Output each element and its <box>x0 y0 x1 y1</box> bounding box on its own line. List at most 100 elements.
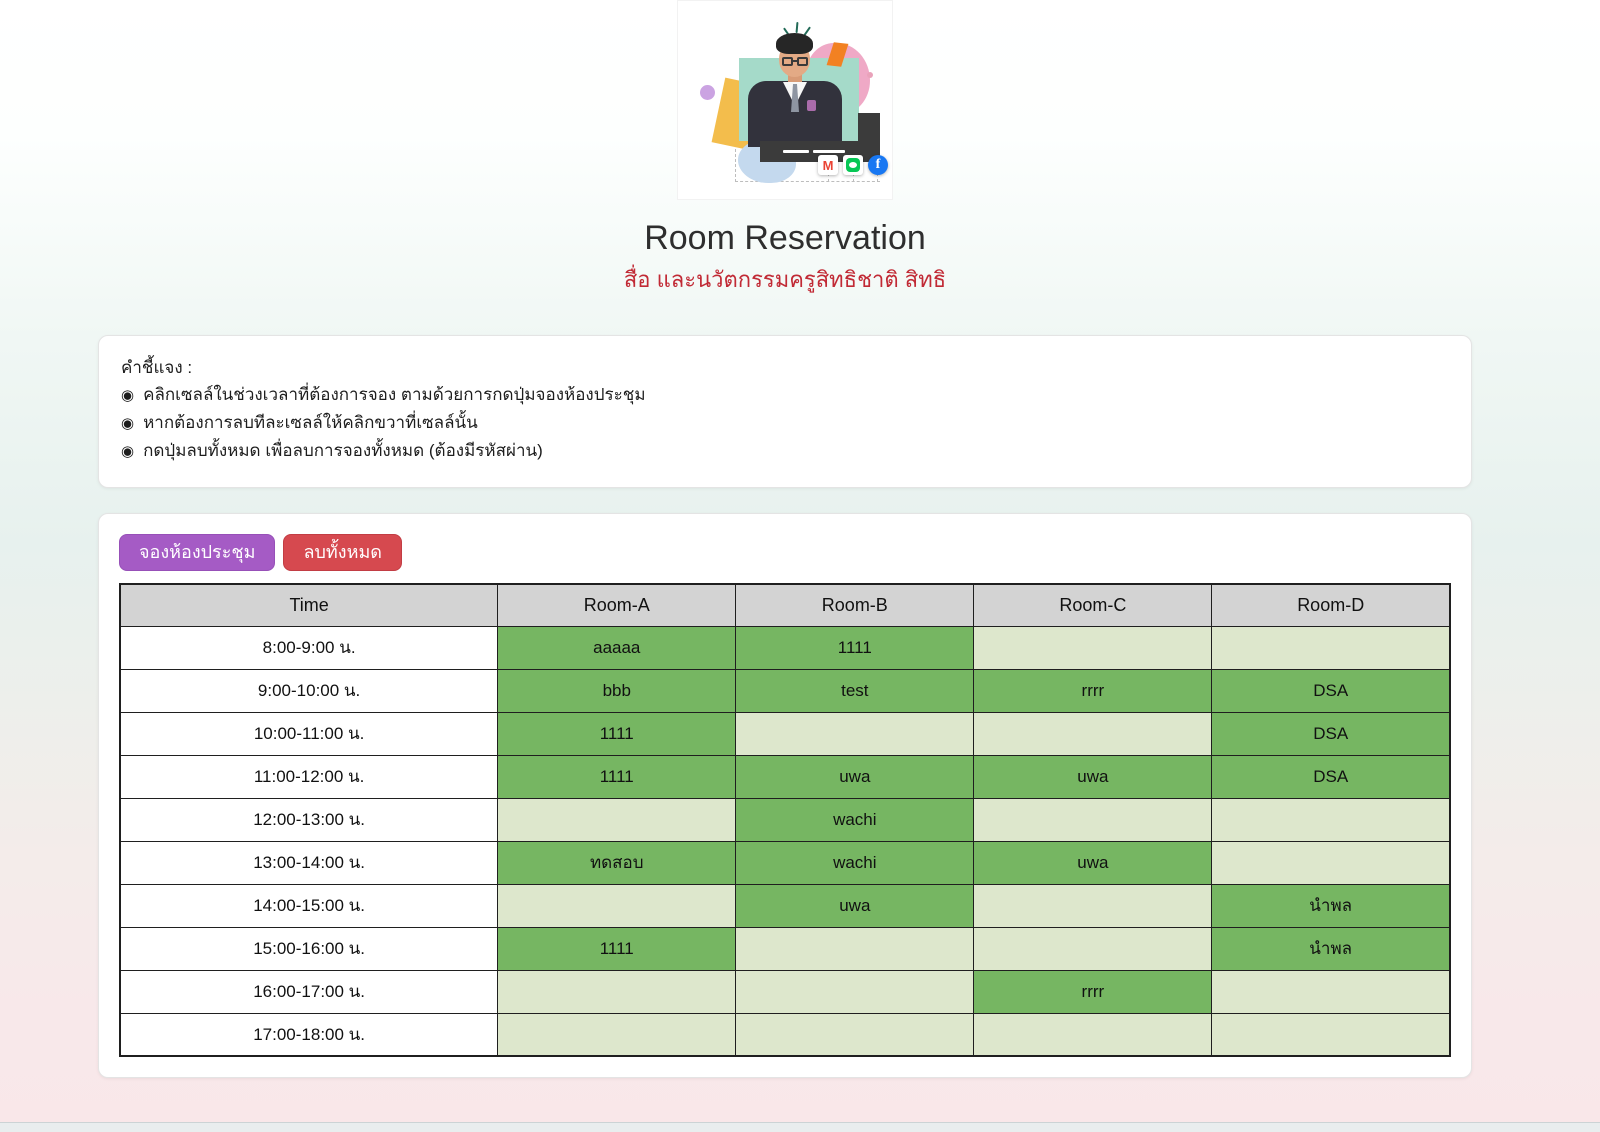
reservation-cell[interactable]: DSA <box>1211 711 1451 756</box>
delete-all-button[interactable]: ลบทั้งหมด <box>283 533 402 572</box>
time-cell: 12:00-13:00 น. <box>119 797 499 842</box>
facebook-letter: f <box>875 157 881 172</box>
time-cell: 9:00-10:00 น. <box>119 668 499 713</box>
reservation-cell[interactable] <box>497 1012 737 1057</box>
time-cell: 17:00-18:00 น. <box>119 1012 499 1057</box>
instruction-text: กดปุ่มลบทั้งหมด เพื่อลบการจองทั้งหมด (ต้… <box>143 440 543 460</box>
reservation-cell[interactable] <box>1211 625 1451 670</box>
column-header-time: Time <box>119 583 499 627</box>
reservation-cell[interactable]: test <box>735 668 975 713</box>
reservation-cell[interactable]: 1111 <box>497 711 737 756</box>
reservation-cell[interactable] <box>973 926 1213 971</box>
reservation-cell[interactable]: rrrr <box>973 969 1213 1014</box>
reservation-cell[interactable]: uwa <box>973 754 1213 799</box>
reservation-cell[interactable] <box>497 883 737 928</box>
reservation-cell[interactable] <box>735 926 975 971</box>
table-row: 16:00-17:00 น. rrrr <box>119 969 1451 1014</box>
instruction-item: ◉ คลิกเซลล์ในช่วงเวลาที่ต้องการจอง ตามด้ว… <box>121 381 1449 409</box>
time-cell: 13:00-14:00 น. <box>119 840 499 885</box>
line-badge <box>846 158 860 172</box>
table-row: 9:00-10:00 น. bbb test rrrr DSA <box>119 668 1451 713</box>
reservation-cell[interactable] <box>735 1012 975 1057</box>
reservation-cell[interactable] <box>973 1012 1213 1057</box>
reservation-cell[interactable] <box>973 711 1213 756</box>
table-header-row: Time Room-A Room-B Room-C Room-D <box>119 583 1451 627</box>
reservation-cell[interactable]: 1111 <box>497 926 737 971</box>
reservation-cell[interactable] <box>973 883 1213 928</box>
table-row: 15:00-16:00 น. 1111 นำพล <box>119 926 1451 971</box>
reservation-table: Time Room-A Room-B Room-C Room-D 8:00-9:00 น… <box>119 583 1451 1058</box>
time-cell: 11:00-12:00 น. <box>119 754 499 799</box>
reservation-cell[interactable] <box>497 969 737 1014</box>
instruction-text: หากต้องการลบทีละเซลล์ให้คลิกขวาที่เซลล์น… <box>143 412 478 432</box>
reservation-card: จองห้องประชุม ลบทั้งหมด Time Room-A Room-B… <box>98 512 1472 1079</box>
banner-text-line <box>813 150 845 153</box>
instructions-card: คำชี้แจง : ◉ คลิกเซลล์ในช่วงเวลาที่ต้องกา… <box>98 334 1472 488</box>
reservation-cell[interactable]: 1111 <box>497 754 737 799</box>
reservation-cell[interactable]: uwa <box>735 883 975 928</box>
page-subtitle: สื่อ และนวัตกรรมครูสิทธิชาติ สิทธิ <box>623 267 947 293</box>
reservation-cell[interactable]: aaaaa <box>497 625 737 670</box>
column-header-room-a: Room-A <box>497 583 737 627</box>
banner-text-line <box>783 150 809 153</box>
reservation-cell[interactable] <box>1211 969 1451 1014</box>
reservation-cell[interactable] <box>1211 1012 1451 1057</box>
pink-dot <box>867 72 873 78</box>
bullet-icon: ◉ <box>121 414 135 432</box>
reservation-cell[interactable]: rrrr <box>973 668 1213 713</box>
reservation-cell[interactable] <box>1211 797 1451 842</box>
facebook-icon: f <box>868 155 888 175</box>
reservation-cell[interactable] <box>1211 840 1451 885</box>
column-header-room-b: Room-B <box>735 583 975 627</box>
reserve-room-button[interactable]: จองห้องประชุม <box>119 533 276 572</box>
reservation-cell[interactable]: DSA <box>1211 668 1451 713</box>
reservation-cell[interactable] <box>735 711 975 756</box>
purple-dot <box>700 85 715 100</box>
page-header: M f Room Reservation สื่อ และนวัตกรรมครู… <box>98 0 1472 295</box>
header-illustration: M f <box>677 0 893 200</box>
portrait-hair <box>776 33 813 54</box>
reservation-cell[interactable] <box>497 797 737 842</box>
table-row: 11:00-12:00 น. 1111 uwa uwa DSA <box>119 754 1451 799</box>
time-cell: 8:00-9:00 น. <box>119 625 499 670</box>
glasses-icon <box>797 57 808 66</box>
table-row: 17:00-18:00 น. <box>119 1012 1451 1057</box>
column-header-room-c: Room-C <box>973 583 1213 627</box>
reservation-cell[interactable]: wachi <box>735 797 975 842</box>
table-row: 8:00-9:00 น. aaaaa 1111 <box>119 625 1451 670</box>
time-cell: 14:00-15:00 น. <box>119 883 499 928</box>
line-bubble <box>849 162 857 168</box>
toolbar: จองห้องประชุม ลบทั้งหมด <box>119 533 1451 572</box>
bullet-icon: ◉ <box>121 386 135 404</box>
reservation-cell[interactable] <box>973 625 1213 670</box>
reservation-cell[interactable]: wachi <box>735 840 975 885</box>
reservation-cell[interactable]: ทดสอบ <box>497 840 737 885</box>
column-header-room-d: Room-D <box>1211 583 1451 627</box>
reservation-cell[interactable]: นำพล <box>1211 883 1451 928</box>
reservation-cell[interactable]: 1111 <box>735 625 975 670</box>
reservation-cell[interactable]: bbb <box>497 668 737 713</box>
table-body: 8:00-9:00 น. aaaaa 1111 9:00-10:00 น. bbb tes… <box>119 625 1451 1057</box>
reservation-cell[interactable]: DSA <box>1211 754 1451 799</box>
table-row: 13:00-14:00 น. ทดสอบ wachi uwa <box>119 840 1451 885</box>
time-cell: 16:00-17:00 น. <box>119 969 499 1014</box>
time-cell: 15:00-16:00 น. <box>119 926 499 971</box>
reservation-cell[interactable]: uwa <box>735 754 975 799</box>
page-title: Room Reservation <box>644 219 926 257</box>
reservation-cell[interactable] <box>973 797 1213 842</box>
instruction-item: ◉ กดปุ่มลบทั้งหมด เพื่อลบการจองทั้งหมด (ต… <box>121 437 1449 465</box>
reservation-cell[interactable]: นำพล <box>1211 926 1451 971</box>
table-row: 10:00-11:00 น. 1111 DSA <box>119 711 1451 756</box>
bullet-icon: ◉ <box>121 442 135 460</box>
portrait-badge <box>807 100 816 111</box>
reservation-cell[interactable]: uwa <box>973 840 1213 885</box>
instructions-list: ◉ คลิกเซลล์ในช่วงเวลาที่ต้องการจอง ตามด้ว… <box>121 381 1449 465</box>
content-container: M f Room Reservation สื่อ และนวัตกรรมครู… <box>98 0 1472 1079</box>
footer-strip <box>0 1122 1600 1132</box>
gmail-icon: M <box>818 155 838 175</box>
table-row: 14:00-15:00 น. uwa นำพล <box>119 883 1451 928</box>
reservation-cell[interactable] <box>735 969 975 1014</box>
instruction-text: คลิกเซลล์ในช่วงเวลาที่ต้องการจอง ตามด้วย… <box>143 384 646 404</box>
glasses-bridge <box>792 60 798 62</box>
sparkle-icon <box>795 21 799 34</box>
